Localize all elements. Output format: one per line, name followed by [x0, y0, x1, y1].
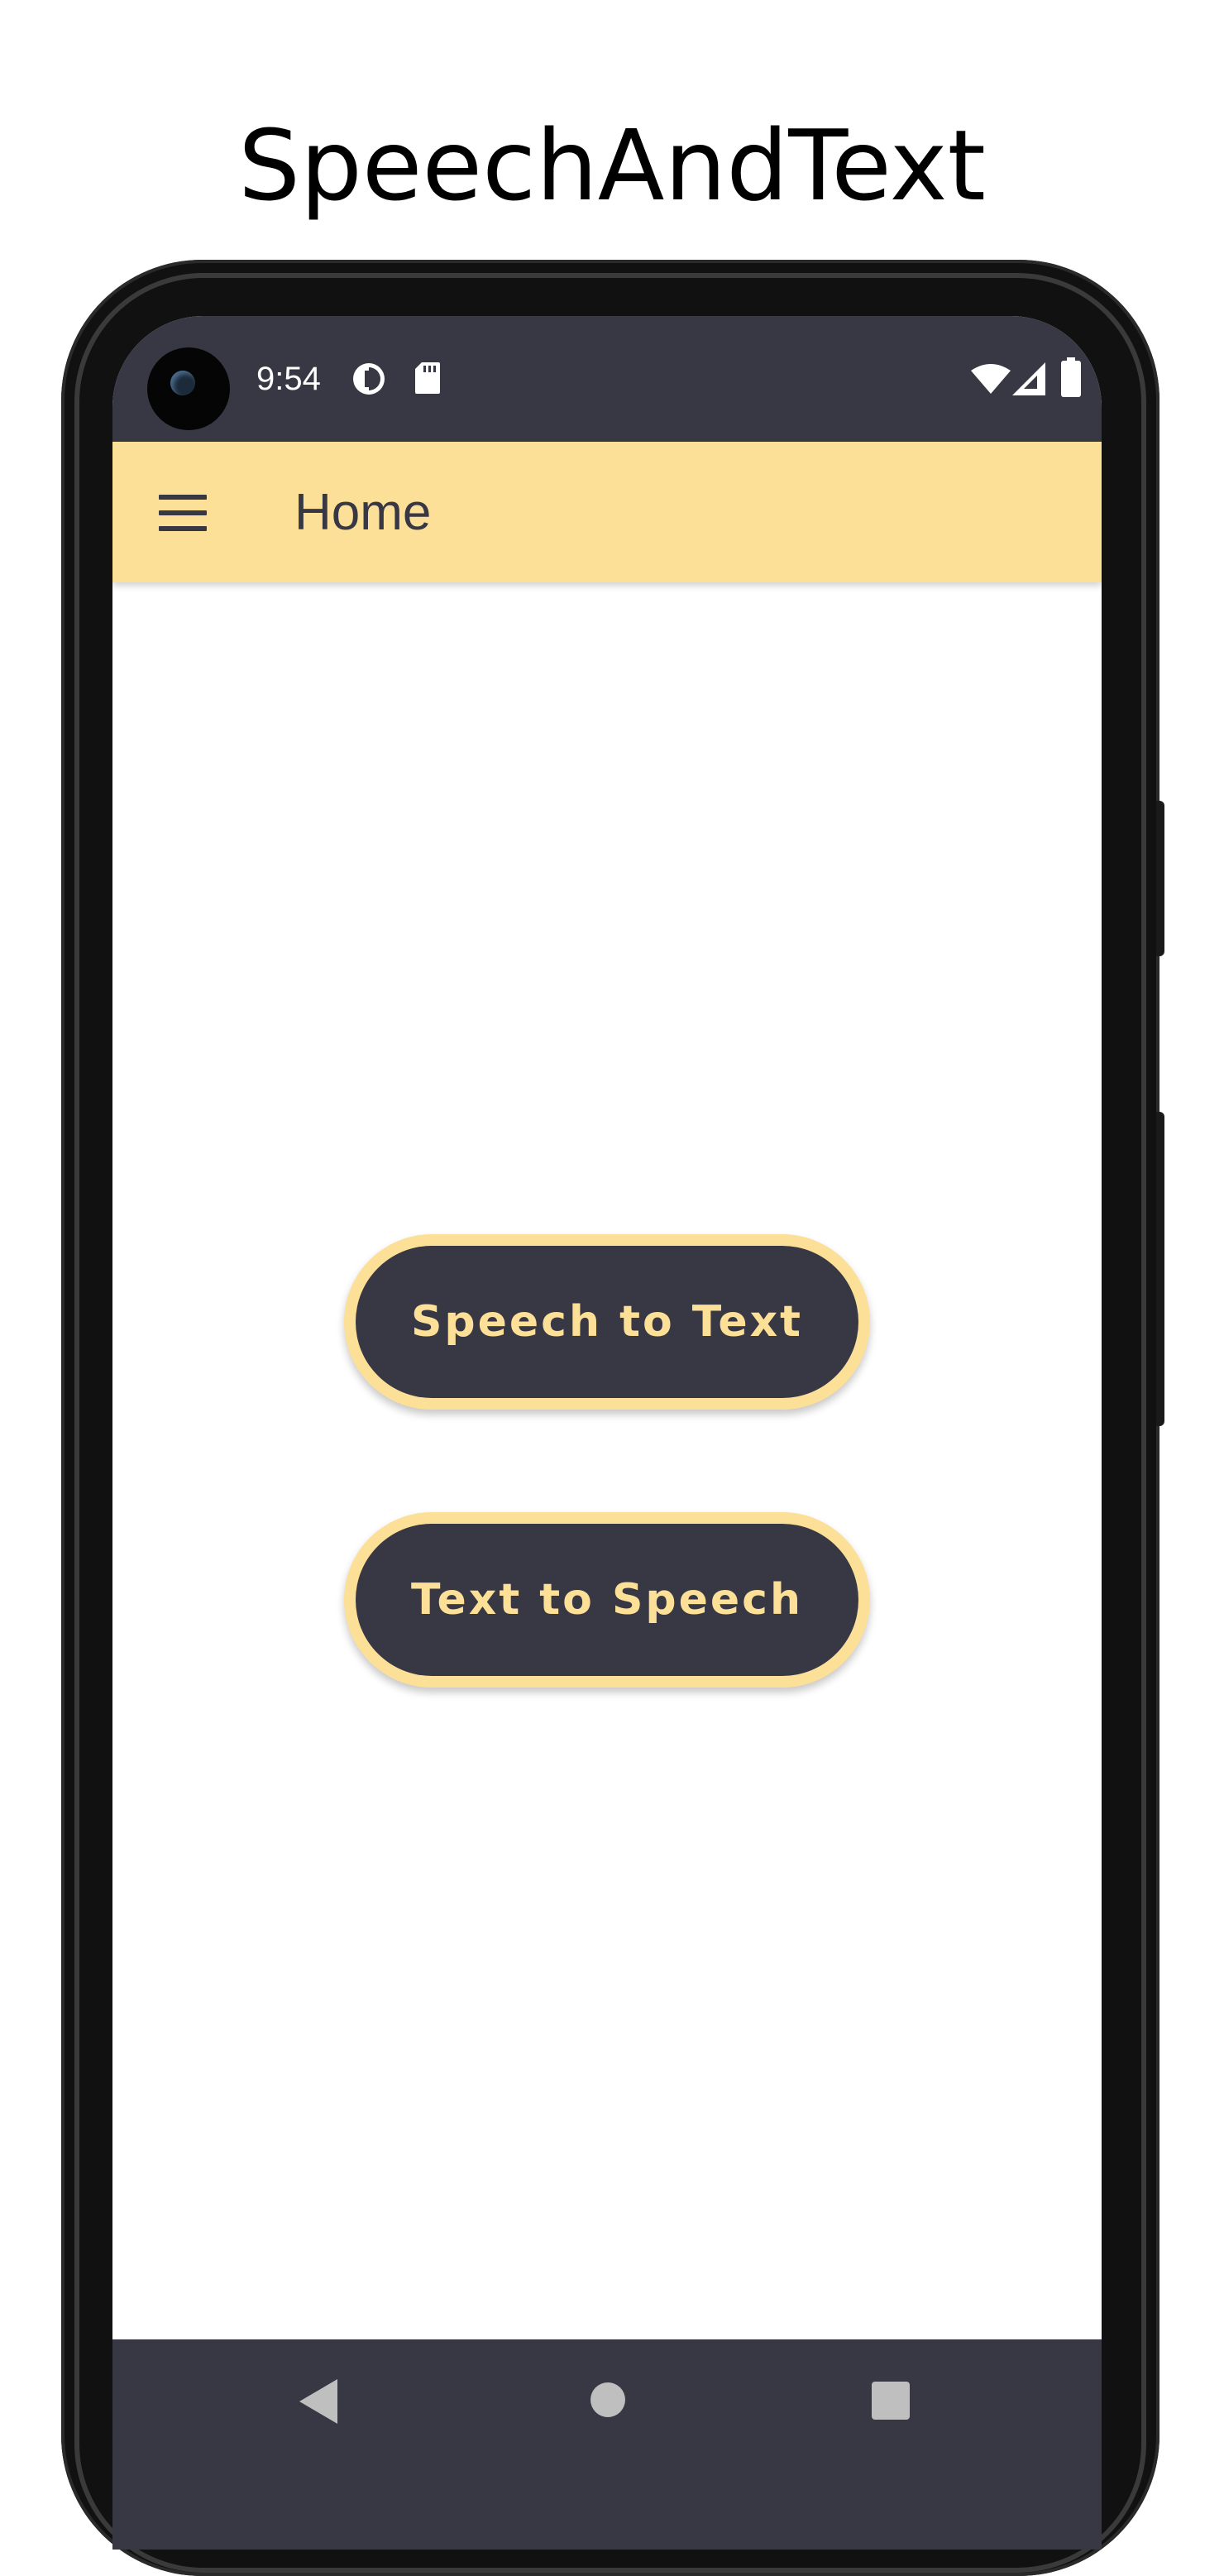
navigation-bar [112, 2339, 1102, 2550]
home-icon[interactable] [590, 2382, 625, 2417]
text-to-speech-button[interactable]: Text to Speech [344, 1512, 870, 1688]
status-time: 9:54 [256, 361, 321, 397]
status-bar: 9:54 [112, 316, 1102, 442]
text-to-speech-button-body[interactable]: Text to Speech [356, 1524, 858, 1676]
volume-button [1156, 1112, 1164, 1426]
phone-screen: 9:54 Home Speech to Text Text to Speech [112, 316, 1102, 2550]
app-bar-title: Home [294, 484, 432, 541]
recents-icon[interactable] [872, 2382, 910, 2420]
back-icon[interactable] [299, 2379, 337, 2424]
camera-lens [170, 371, 195, 395]
data-saver-icon [353, 363, 385, 395]
speech-to-text-label: Speech to Text [410, 1297, 804, 1347]
speech-to-text-button[interactable]: Speech to Text [344, 1234, 870, 1410]
power-button [1156, 801, 1164, 956]
app-bar: Home [112, 442, 1102, 582]
speech-to-text-button-body[interactable]: Speech to Text [356, 1246, 858, 1398]
hamburger-menu-icon[interactable] [159, 495, 208, 531]
sd-card-icon [415, 362, 440, 394]
wifi-icon [971, 364, 1011, 394]
front-camera [147, 347, 230, 430]
cell-signal-icon [1012, 362, 1045, 395]
page-title: SpeechAndText [238, 108, 986, 223]
text-to-speech-label: Text to Speech [410, 1575, 804, 1625]
battery-icon [1061, 357, 1081, 397]
